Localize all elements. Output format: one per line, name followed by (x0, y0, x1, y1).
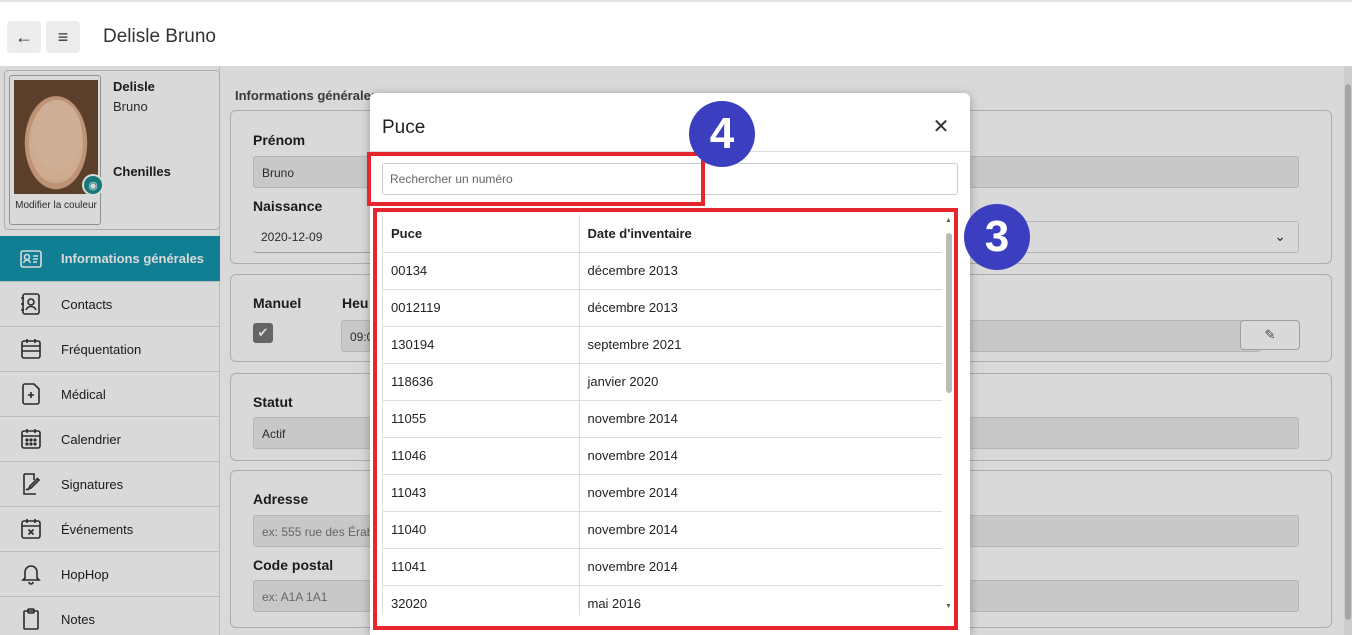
table-highlight-box (373, 208, 958, 630)
modal-title: Puce (382, 117, 426, 138)
close-button[interactable]: ✕ (930, 115, 952, 138)
close-icon: ✕ (932, 115, 950, 138)
hamburger-icon: ≡ (57, 26, 69, 47)
search-highlight-box (367, 152, 705, 206)
back-button[interactable]: ← (7, 21, 41, 53)
menu-button[interactable]: ≡ (46, 21, 80, 53)
page-title: Delisle Bruno (103, 26, 216, 47)
step-badge-3: 3 (964, 204, 1030, 270)
arrow-left-icon: ← (15, 26, 33, 47)
step-badge-4: 4 (689, 101, 755, 167)
top-bar: ← ≡ Delisle Bruno (0, 0, 1352, 66)
